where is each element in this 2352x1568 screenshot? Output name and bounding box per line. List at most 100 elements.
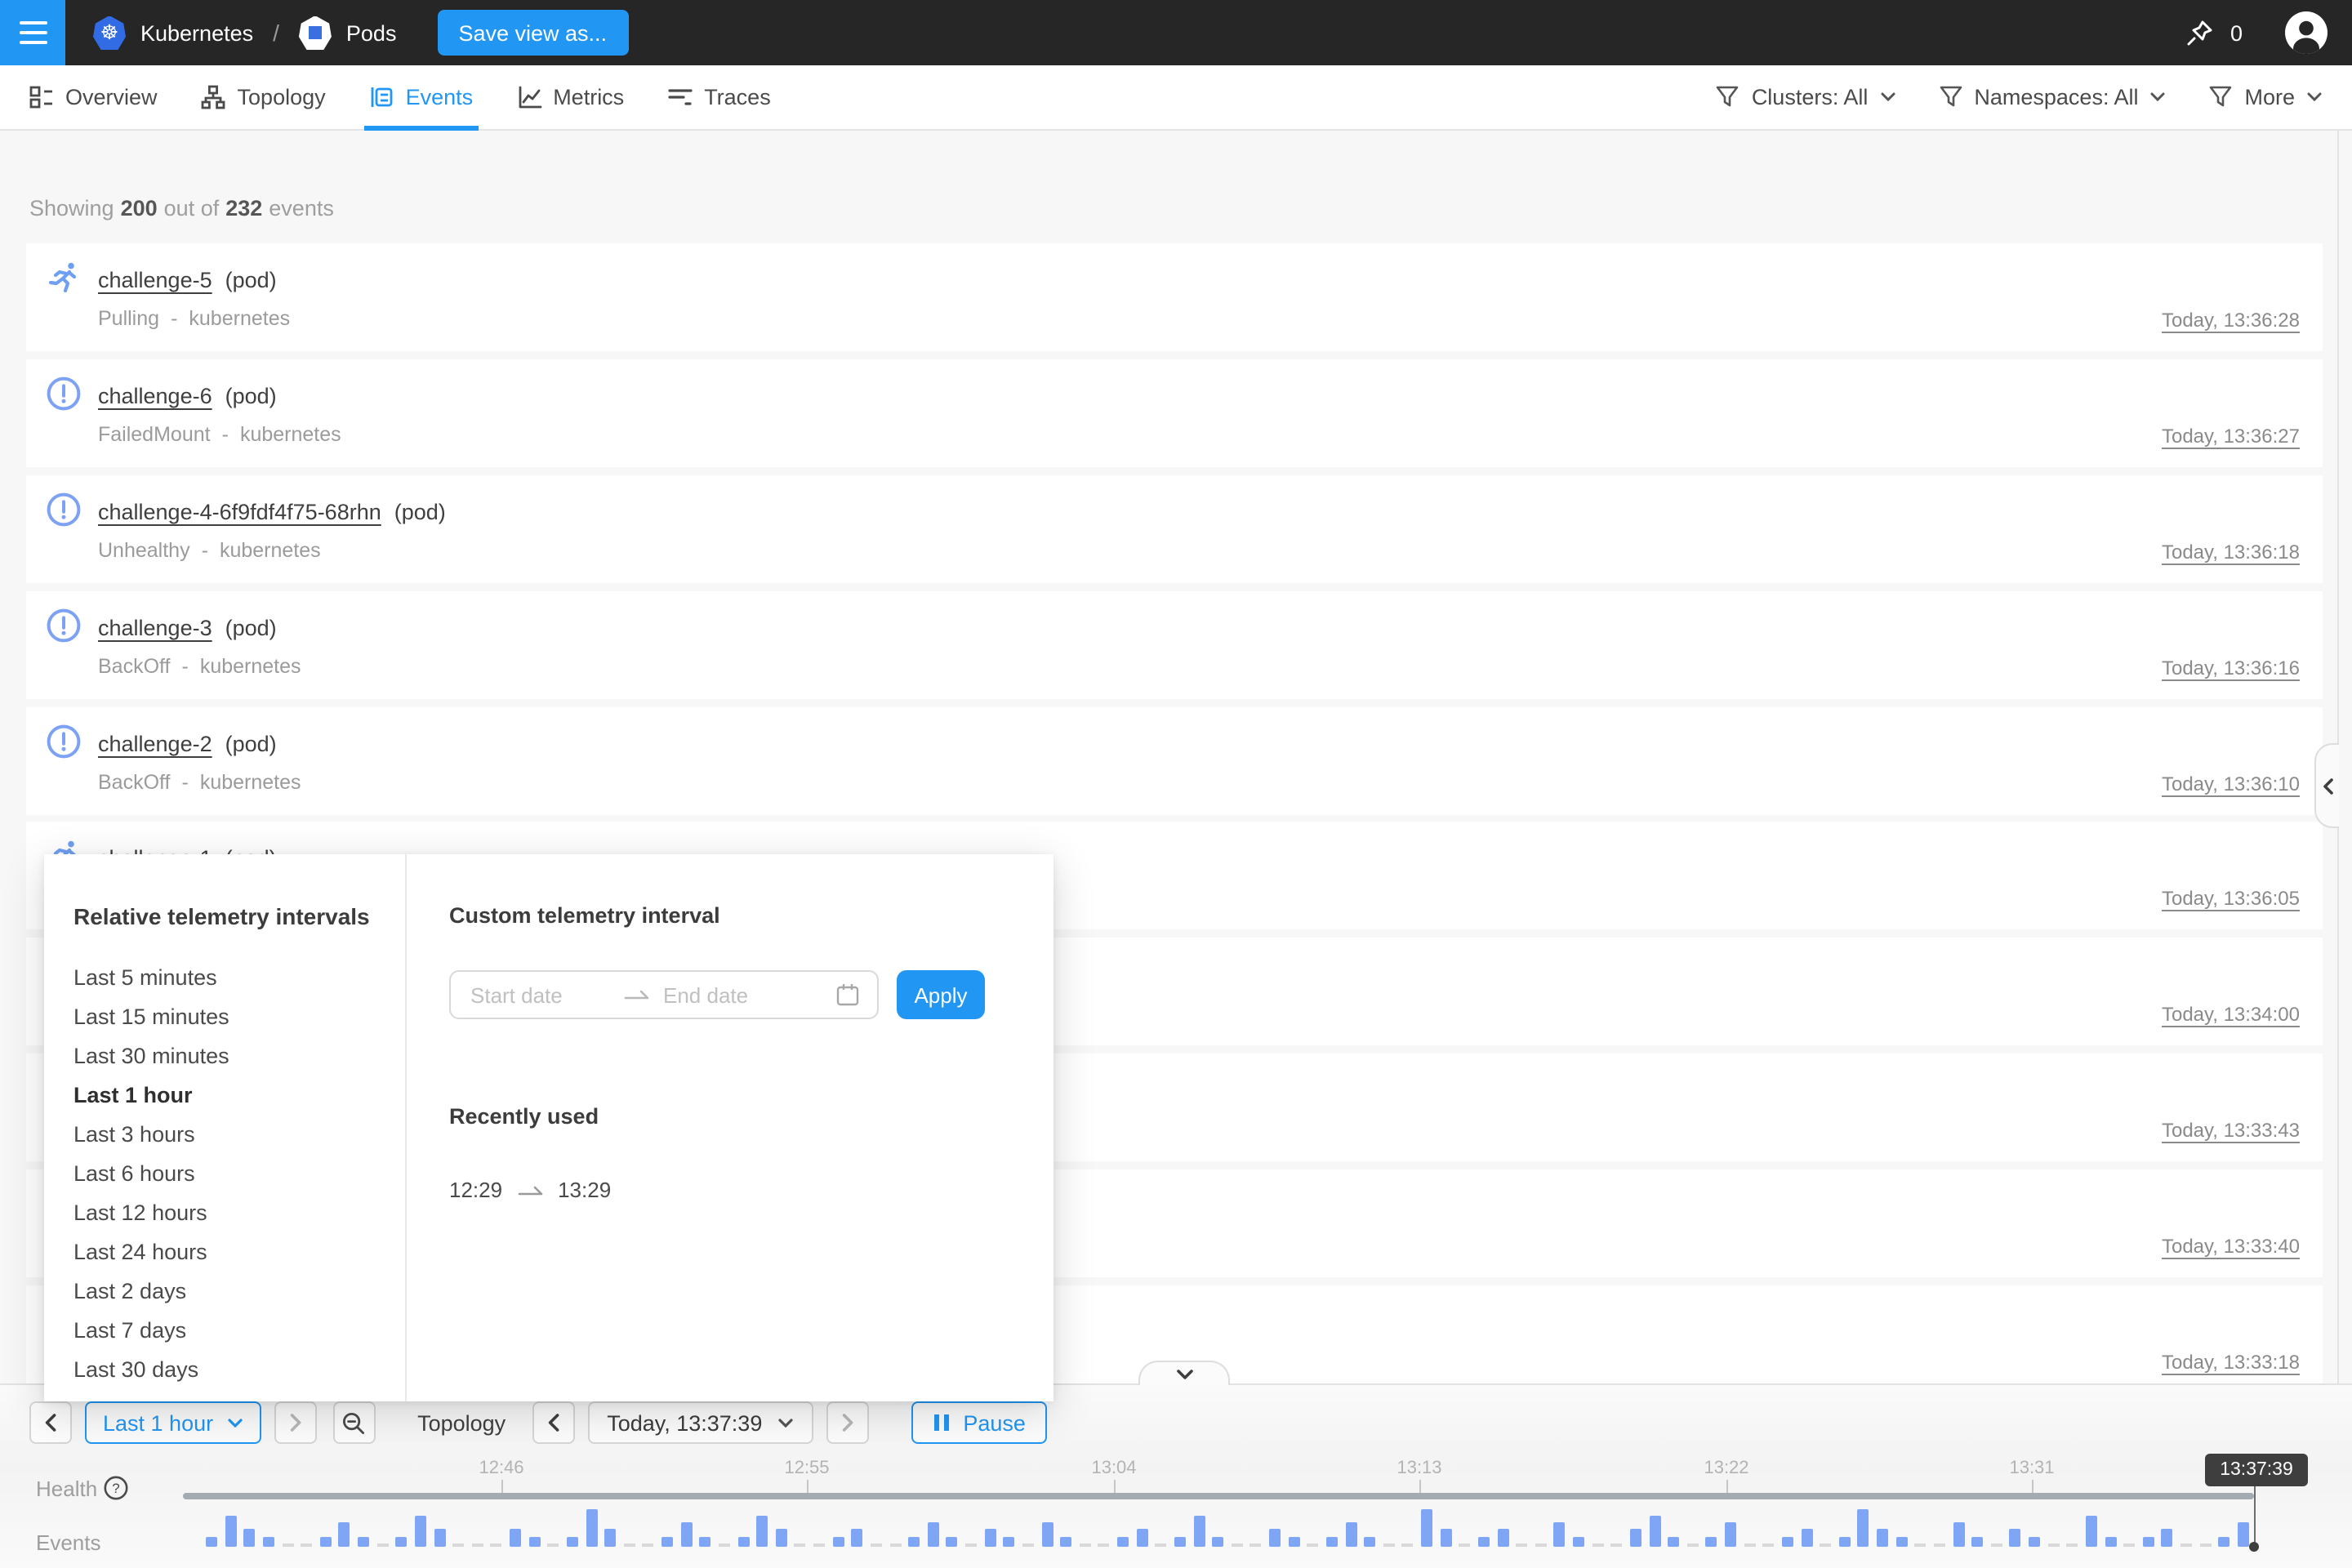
- interval-option-30m[interactable]: Last 30 minutes: [74, 1037, 405, 1076]
- kubernetes-icon: ☸: [93, 16, 126, 50]
- hamburger-icon: [19, 21, 47, 25]
- interval-dropdown[interactable]: Last 1 hour: [85, 1401, 261, 1444]
- start-date-input[interactable]: [467, 981, 614, 1009]
- filter-more[interactable]: More: [2208, 85, 2323, 109]
- current-time-badge: 13:37:39: [2205, 1454, 2308, 1486]
- timeline-toolbar: Last 1 hour Topology Today, 13:37:39: [29, 1401, 1047, 1444]
- breadcrumb-pods[interactable]: Pods: [346, 20, 397, 45]
- event-reason: BackOff: [98, 770, 170, 793]
- chevron-down-icon: [2306, 91, 2323, 103]
- event-time-link[interactable]: Today, 13:36:27: [2162, 425, 2300, 448]
- axis-tick-label: 13:04: [1065, 1459, 1163, 1478]
- chevron-down-icon: [1879, 91, 1895, 103]
- event-time-link[interactable]: Today, 13:36:05: [2162, 888, 2300, 911]
- event-source: kubernetes: [240, 423, 341, 446]
- end-date-input[interactable]: [660, 981, 825, 1009]
- time-forward-button[interactable]: [826, 1401, 868, 1444]
- pause-button[interactable]: Pause: [911, 1401, 1047, 1444]
- traces-icon: [668, 85, 693, 109]
- collapse-timeline-button[interactable]: [1138, 1361, 1230, 1385]
- tab-overview[interactable]: Overview: [29, 65, 158, 129]
- interval-option-5m[interactable]: Last 5 minutes: [74, 959, 405, 998]
- event-time-link[interactable]: Today, 13:36:16: [2162, 656, 2300, 679]
- recent-from: 12:29: [449, 1178, 502, 1202]
- event-name-link[interactable]: challenge-5: [98, 268, 212, 292]
- svg-text:?: ?: [112, 1481, 119, 1496]
- menu-button[interactable]: [0, 0, 65, 65]
- date-range-input[interactable]: [449, 970, 879, 1019]
- funnel-icon: [1938, 85, 1962, 109]
- avatar[interactable]: [2285, 11, 2328, 54]
- pods-icon: [299, 16, 332, 50]
- event-time-link[interactable]: Today, 13:36:10: [2162, 772, 2300, 795]
- axis-tick-label: 13:13: [1370, 1459, 1468, 1478]
- event-kind: (pod): [394, 500, 446, 524]
- alert-circle-icon: [46, 723, 82, 759]
- apply-button[interactable]: Apply: [897, 970, 985, 1019]
- filter-namespaces[interactable]: Namespaces: All: [1938, 85, 2166, 109]
- tab-events[interactable]: Events: [370, 65, 474, 129]
- tab-metrics[interactable]: Metrics: [517, 65, 624, 129]
- interval-option-6h[interactable]: Last 6 hours: [74, 1155, 405, 1194]
- interval-forward-button[interactable]: [274, 1401, 316, 1444]
- current-time-cursor[interactable]: [2254, 1486, 2256, 1548]
- zoom-out-icon: [341, 1410, 366, 1435]
- event-time-link[interactable]: Today, 13:36:28: [2162, 309, 2300, 332]
- event-reason: Pulling: [98, 307, 159, 330]
- alert-circle-icon: [46, 376, 82, 412]
- interval-option-15m[interactable]: Last 15 minutes: [74, 998, 405, 1037]
- interval-option-2d[interactable]: Last 2 days: [74, 1272, 405, 1312]
- save-view-button[interactable]: Save view as...: [437, 10, 628, 56]
- event-time-link[interactable]: Today, 13:33:18: [2162, 1351, 2300, 1374]
- events-label: Events: [36, 1530, 101, 1555]
- datetime-dropdown[interactable]: Today, 13:37:39: [587, 1401, 813, 1444]
- pin-icon[interactable]: [2185, 17, 2216, 48]
- interval-option-30d[interactable]: Last 30 days: [74, 1351, 405, 1390]
- pause-icon: [932, 1413, 950, 1432]
- runner-icon: [46, 260, 82, 296]
- event-reason: BackOff: [98, 654, 170, 677]
- chevron-down-icon: [1175, 1368, 1193, 1379]
- axis-tick-label: 13:31: [1983, 1459, 2081, 1478]
- chevron-left-icon: [546, 1413, 559, 1432]
- event-row: challenge-4-6f9fdf4f75-68rhn (pod) Unheal…: [26, 475, 2323, 583]
- interval-option-3h[interactable]: Last 3 hours: [74, 1116, 405, 1155]
- help-icon[interactable]: ?: [103, 1475, 129, 1501]
- time-back-button[interactable]: [532, 1401, 574, 1444]
- event-source: kubernetes: [189, 307, 290, 330]
- total-count: 232: [225, 195, 262, 220]
- recently-used-title: Recently used: [449, 1104, 1008, 1129]
- chevron-down-icon: [2149, 91, 2166, 103]
- event-name-link[interactable]: challenge-2: [98, 731, 212, 755]
- interval-option-7d[interactable]: Last 7 days: [74, 1312, 405, 1351]
- event-name-link[interactable]: challenge-4-6f9fdf4f75-68rhn: [98, 500, 381, 524]
- topology-label: Topology: [417, 1410, 506, 1435]
- interval-option-12h[interactable]: Last 12 hours: [74, 1194, 405, 1233]
- event-name-link[interactable]: challenge-3: [98, 615, 212, 639]
- overview-icon: [29, 85, 54, 109]
- tab-traces[interactable]: Traces: [668, 65, 771, 129]
- topbar: ☸ Kubernetes / Pods Save view as... 0: [0, 0, 2352, 65]
- event-time-link[interactable]: Today, 13:36:18: [2162, 541, 2300, 564]
- breadcrumb-kubernetes[interactable]: Kubernetes: [140, 20, 253, 45]
- events-histogram: [206, 1503, 2249, 1547]
- event-kind: (pod): [225, 268, 277, 292]
- event-reason: Unhealthy: [98, 539, 190, 562]
- event-time-link[interactable]: Today, 13:34:00: [2162, 1004, 2300, 1027]
- expand-side-panel-button[interactable]: [2314, 743, 2339, 828]
- recent-to: 13:29: [558, 1178, 611, 1202]
- alert-circle-icon: [46, 607, 82, 643]
- event-time-link[interactable]: Today, 13:33:43: [2162, 1119, 2300, 1142]
- event-name-link[interactable]: challenge-6: [98, 384, 212, 408]
- axis-tick-label: 12:55: [758, 1459, 856, 1478]
- chevron-left-icon: [44, 1413, 57, 1432]
- zoom-out-button[interactable]: [332, 1401, 375, 1444]
- recently-used-range[interactable]: 12:29 13:29: [449, 1178, 1008, 1202]
- filter-clusters[interactable]: Clusters: All: [1716, 85, 1896, 109]
- interval-back-button[interactable]: [29, 1401, 72, 1444]
- event-time-link[interactable]: Today, 13:33:40: [2162, 1235, 2300, 1258]
- interval-option-24h[interactable]: Last 24 hours: [74, 1233, 405, 1272]
- range-arrow-icon: [624, 987, 650, 1003]
- interval-option-1h[interactable]: Last 1 hour: [74, 1076, 405, 1116]
- tab-topology[interactable]: Topology: [202, 65, 326, 129]
